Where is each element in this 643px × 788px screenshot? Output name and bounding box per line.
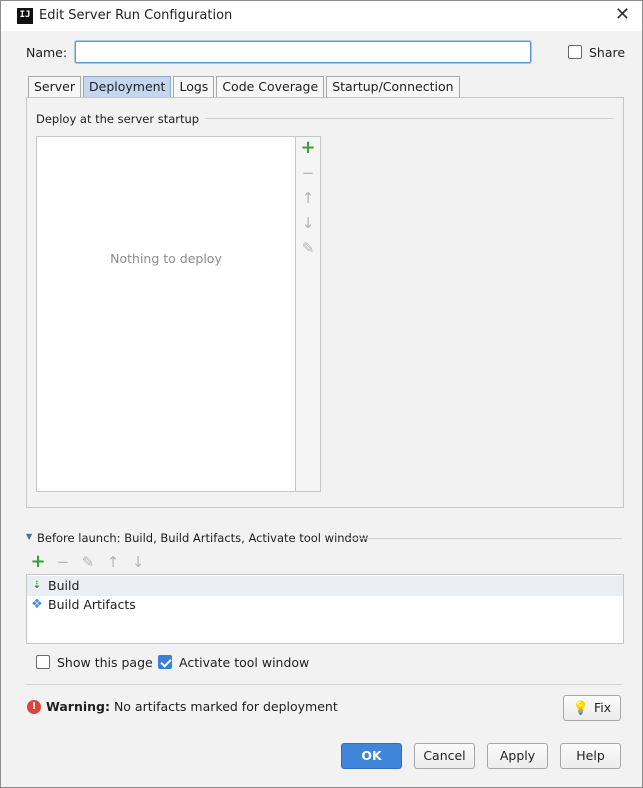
fix-label: Fix [594,700,612,715]
deploy-section-title: Deploy at the server startup [36,112,206,126]
help-button[interactable]: Help [560,743,621,769]
move-task-down-icon[interactable]: ↓ [130,554,146,570]
deploy-list[interactable]: Nothing to deploy [36,136,296,492]
artifacts-icon: ❖ [31,597,43,612]
deployment-panel: Deploy at the server startup Nothing to … [26,97,624,508]
window-title: Edit Server Run Configuration [39,8,233,23]
share-label[interactable]: Share [589,45,625,60]
name-input[interactable] [75,41,531,63]
deploy-toolbar: + − ↑ ↓ ✎ [295,136,321,492]
empty-list-text: Nothing to deploy [110,251,222,266]
remove-task-icon[interactable]: − [55,554,71,570]
edit-icon[interactable]: ✎ [300,240,316,256]
apply-button[interactable]: Apply [487,743,548,769]
share-checkbox[interactable] [568,45,582,59]
footer-divider [26,684,622,685]
warning-message: Warning: No artifacts marked for deploym… [46,699,338,714]
add-task-icon[interactable]: + [30,553,46,571]
lightbulb-icon: 💡 [572,701,590,716]
title-bar: IJ Edit Server Run Configuration ✕ [1,1,642,31]
list-item[interactable]: ❖ Build Artifacts [27,595,623,615]
show-this-page-checkbox[interactable] [36,655,50,669]
before-launch-title[interactable]: Before launch: Build, Build Artifacts, A… [37,531,368,545]
list-item-label: Build [48,578,80,593]
move-down-icon[interactable]: ↓ [300,215,316,231]
tab-logs[interactable]: Logs [173,76,215,98]
cancel-button[interactable]: Cancel [414,743,475,769]
list-item[interactable]: ⇣ Build [27,576,623,596]
expand-triangle-icon[interactable]: ▼ [26,532,32,541]
build-icon: ⇣ [32,580,42,591]
activate-tool-window-label[interactable]: Activate tool window [179,655,309,670]
tab-server[interactable]: Server [28,76,81,98]
section-divider [187,118,613,119]
add-icon[interactable]: + [300,139,316,157]
remove-icon[interactable]: − [300,165,316,181]
close-icon[interactable]: ✕ [615,4,630,25]
move-up-icon[interactable]: ↑ [300,190,316,206]
tab-startup-connection[interactable]: Startup/Connection [326,76,460,98]
before-launch-divider [348,538,622,539]
ok-button[interactable]: OK [341,743,402,769]
activate-tool-window-checkbox[interactable] [158,655,172,669]
warning-text: No artifacts marked for deployment [109,699,338,714]
run-configuration-dialog: IJ Edit Server Run Configuration ✕ Name:… [0,0,643,788]
show-this-page-label[interactable]: Show this page [57,655,153,670]
before-launch-list: ⇣ Build ❖ Build Artifacts [26,574,624,644]
name-label: Name: [26,45,68,60]
intellij-app-icon: IJ [17,8,33,24]
edit-task-icon[interactable]: ✎ [80,554,96,570]
move-task-up-icon[interactable]: ↑ [105,554,121,570]
error-icon: ! [27,700,41,714]
tab-bar: Server Deployment Logs Code Coverage Sta… [28,76,462,98]
warning-prefix: Warning: [46,699,110,714]
tab-code-coverage[interactable]: Code Coverage [216,76,325,98]
list-item-label: Build Artifacts [48,597,136,612]
fix-button[interactable]: 💡 Fix [563,695,621,721]
tab-deployment[interactable]: Deployment [83,76,172,98]
